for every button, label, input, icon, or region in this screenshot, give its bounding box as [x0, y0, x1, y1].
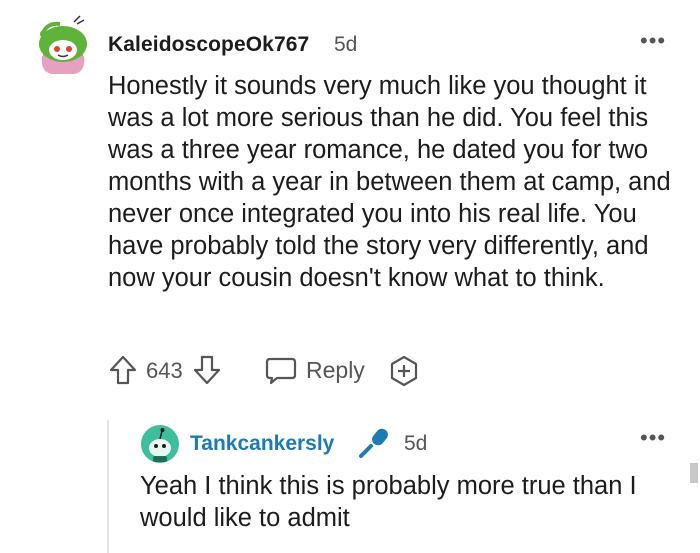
comment-thread: KaleidoscopeOk767 5d ••• Honestly it sou…	[0, 0, 700, 553]
reply-icon[interactable]	[264, 356, 298, 391]
scrollbar-thumb[interactable]	[690, 463, 698, 483]
downvote-icon[interactable]	[192, 354, 222, 391]
reply-body: Yeah I think this is probably more true …	[140, 472, 637, 532]
comment-actions: 643 Reply	[108, 352, 528, 388]
comment-body: Honestly it sounds very much like you th…	[108, 72, 671, 292]
reply-button[interactable]: Reply	[306, 357, 365, 384]
more-options-icon[interactable]: •••	[640, 427, 666, 449]
reply-avatar[interactable]	[140, 424, 180, 464]
more-options-icon[interactable]: •••	[640, 30, 666, 52]
award-icon[interactable]	[388, 355, 420, 392]
comment-username[interactable]: KaleidoscopeOk767	[108, 33, 309, 57]
upvote-icon[interactable]	[108, 354, 138, 391]
microphone-icon	[356, 425, 392, 466]
vote-count: 643	[146, 358, 183, 383]
snoo-avatar-icon	[141, 425, 179, 463]
thread-line[interactable]	[107, 420, 109, 553]
reply-timestamp: 5d	[404, 432, 428, 455]
reply-username[interactable]: Tankcankersly	[190, 432, 334, 456]
comment-timestamp: 5d	[334, 33, 358, 56]
snoo-avatar-icon	[39, 15, 87, 74]
user-avatar[interactable]	[32, 14, 94, 76]
